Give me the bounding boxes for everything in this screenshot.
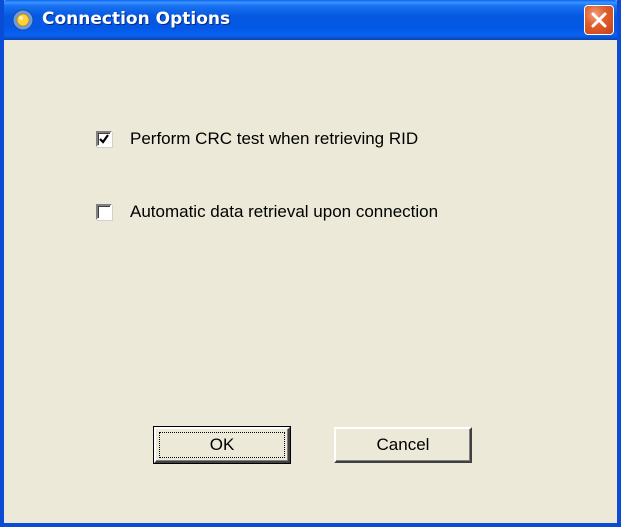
app-sun-icon bbox=[12, 9, 34, 31]
crc-test-label[interactable]: Perform CRC test when retrieving RID bbox=[130, 129, 418, 149]
crc-test-option[interactable]: Perform CRC test when retrieving RID bbox=[96, 129, 418, 149]
auto-retrieval-option[interactable]: Automatic data retrieval upon connection bbox=[96, 202, 438, 222]
auto-retrieval-label[interactable]: Automatic data retrieval upon connection bbox=[130, 202, 438, 222]
connection-options-dialog: Connection Options Perform CRC test when… bbox=[0, 0, 621, 527]
focus-rect bbox=[159, 432, 285, 458]
ok-button[interactable]: OK bbox=[153, 426, 291, 464]
window-title: Connection Options bbox=[42, 9, 231, 29]
title-bar[interactable]: Connection Options bbox=[4, 0, 617, 40]
checkmark-icon bbox=[99, 134, 109, 144]
close-button[interactable] bbox=[584, 5, 614, 35]
auto-retrieval-checkbox[interactable] bbox=[96, 204, 112, 220]
cancel-button[interactable]: Cancel bbox=[334, 427, 472, 463]
cancel-label: Cancel bbox=[376, 435, 430, 454]
crc-test-checkbox[interactable] bbox=[96, 131, 112, 147]
